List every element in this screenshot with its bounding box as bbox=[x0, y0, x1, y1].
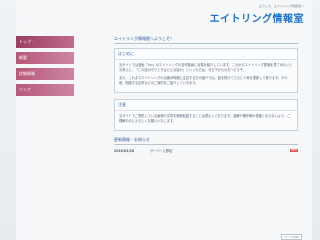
sidebar-item-label: リンク bbox=[19, 87, 31, 92]
sidebar-item-label: トップ bbox=[19, 39, 31, 44]
note-title: 注意 bbox=[115, 100, 297, 111]
intro-paragraph-2: また、これまでエイトリングの出番が特徴に注目する方の紹介では、話を掲げてさらに人… bbox=[119, 76, 288, 85]
sidebar-item-overview[interactable]: 概要 bbox=[16, 52, 74, 64]
sidebar-item-links[interactable]: リンク bbox=[16, 84, 74, 96]
page-top-button[interactable]: ページTOP bbox=[281, 234, 302, 240]
site-title[interactable]: エイトリング情報室 bbox=[210, 10, 305, 25]
sidebar-item-label: 概要 bbox=[19, 55, 27, 60]
intro-paragraph-1: 当サイトでは漫画『Inn』のエイトリングの自作動画に全集を紹介しています。これか… bbox=[119, 63, 293, 72]
update-row: 2018/03/26 サーバーに移転 NEW bbox=[114, 148, 298, 153]
caret-right-icon: › bbox=[33, 40, 35, 44]
welcome-heading: エイトリング情報館へようこそ！ bbox=[114, 36, 298, 44]
intro-box: はじめに 当サイトでは漫画『Inn』のエイトリングの自作動画に全集を紹介していま… bbox=[114, 48, 298, 93]
site-tagline: ようこそ、エイトリング情報室へ bbox=[258, 4, 304, 8]
sidebar-item-details[interactable]: 詳細情報 bbox=[16, 68, 74, 80]
note-box: 注意 当サイトでご提供している画像や文章を無断転載することは禁止しております。誤… bbox=[114, 99, 298, 131]
updates-section: 更新情報・お知らせ 2018/03/26 サーバーに移転 NEW bbox=[114, 137, 298, 153]
updates-title: 更新情報・お知らせ bbox=[114, 137, 298, 145]
new-badge: NEW bbox=[290, 149, 298, 152]
sidebar-nav: トップ › 概要 詳細情報 リンク bbox=[16, 36, 74, 100]
main-content: エイトリング情報館へようこそ！ はじめに 当サイトでは漫画『Inn』のエイトリン… bbox=[114, 36, 298, 153]
note-paragraph-1: 当サイトでご提供している画像や文章を無断転載することは禁止しております。誤解や著… bbox=[119, 114, 291, 123]
update-date: 2018/03/26 bbox=[114, 148, 135, 153]
intro-title: はじめに bbox=[115, 49, 297, 60]
update-text[interactable]: サーバーに移転 bbox=[150, 148, 288, 153]
sidebar-item-top[interactable]: トップ › bbox=[16, 36, 74, 48]
sidebar-item-label: 詳細情報 bbox=[19, 71, 35, 76]
